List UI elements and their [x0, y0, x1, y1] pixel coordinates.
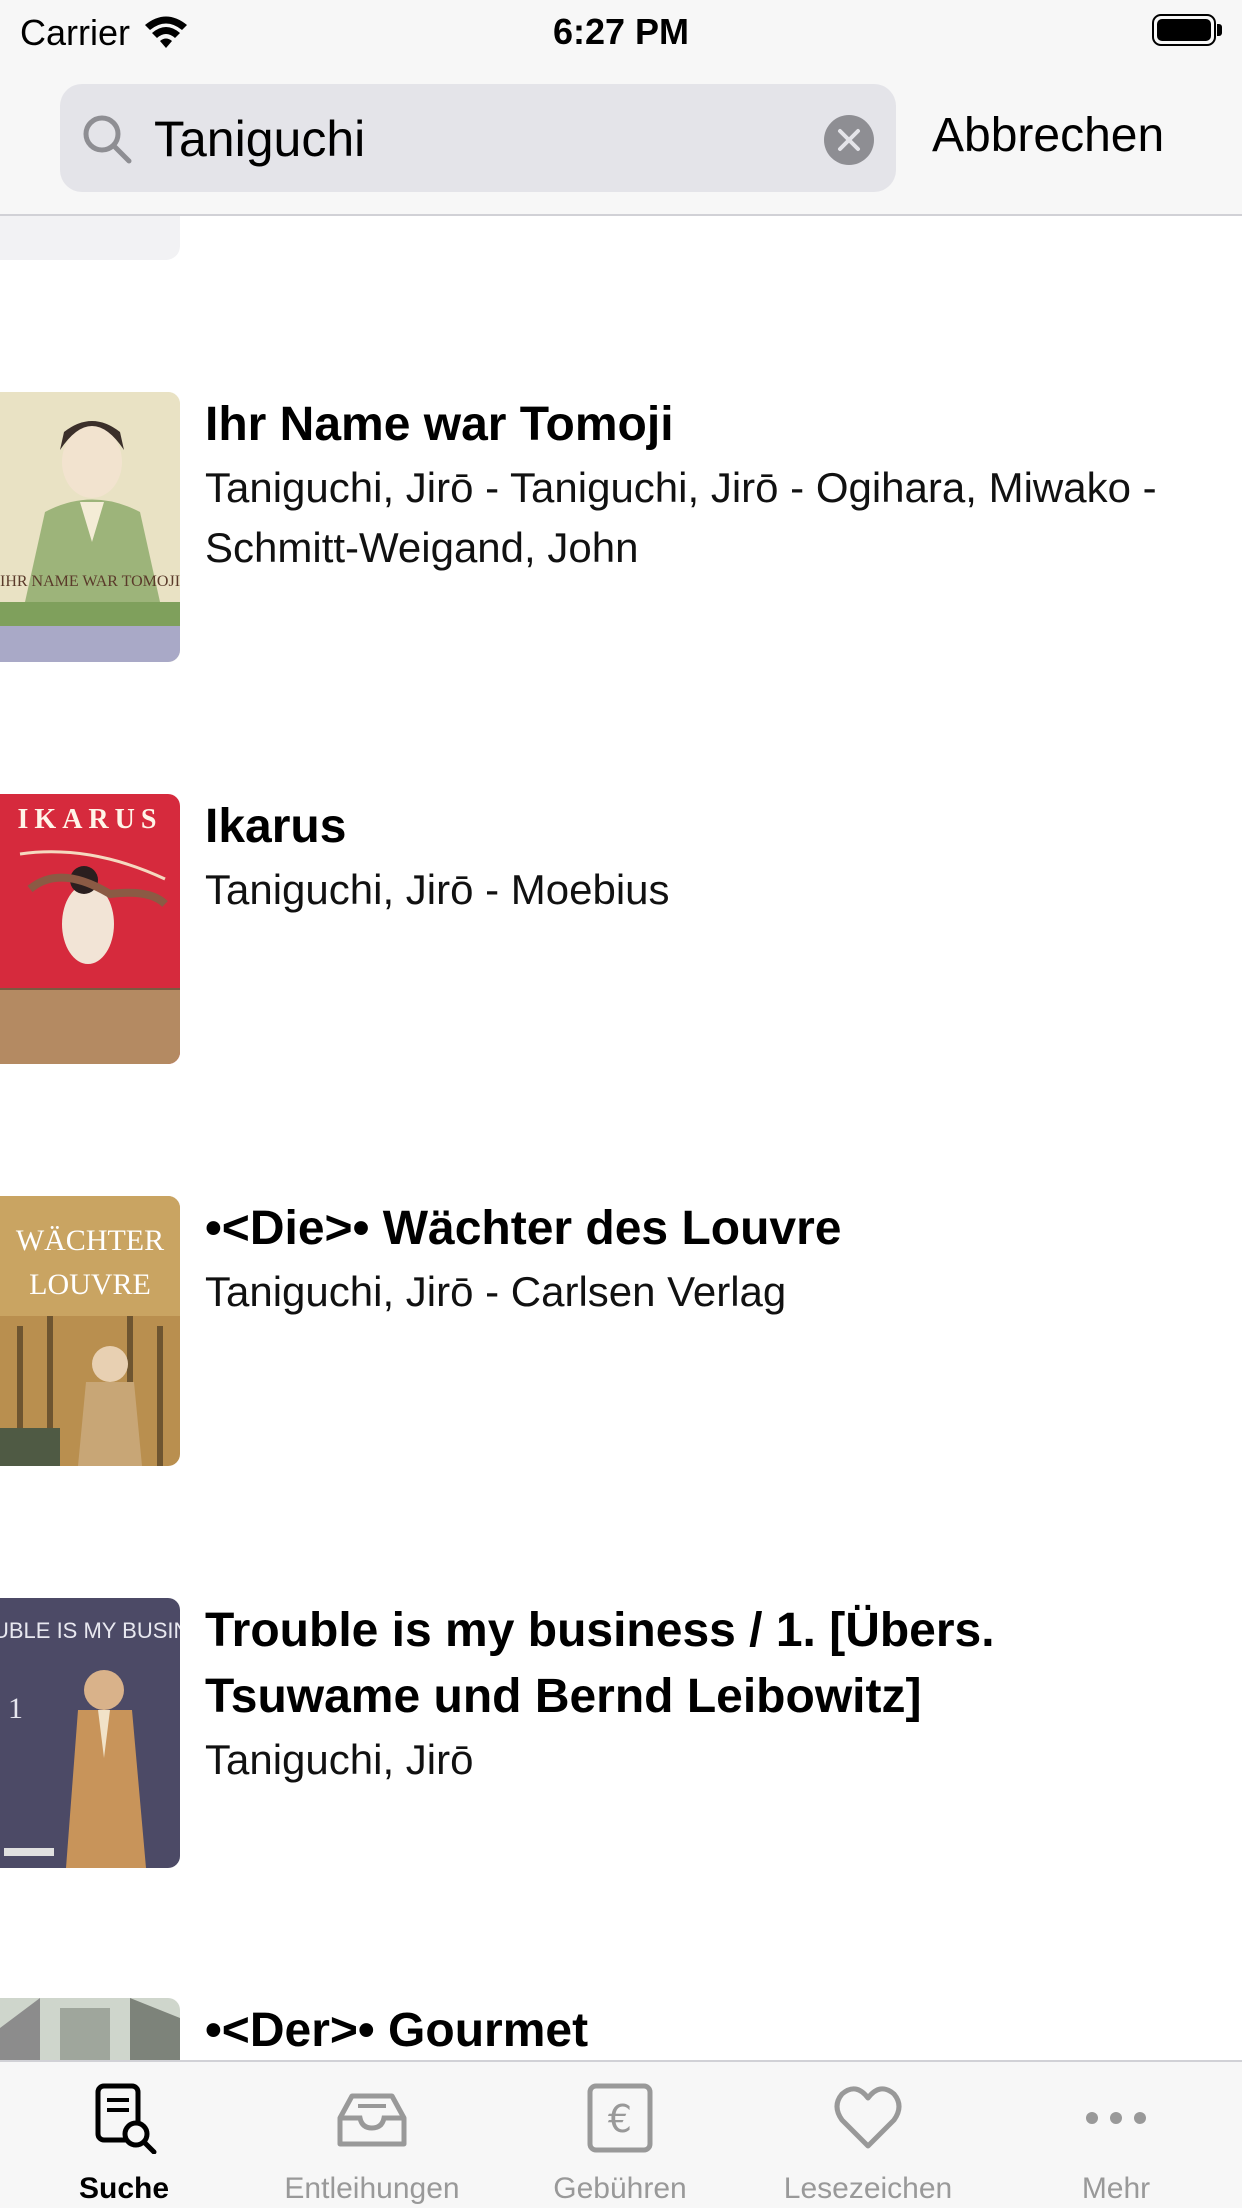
tab-bar: Suche Entleihungen € Gebühren Lesezeiche…: [0, 2060, 1242, 2208]
list-item[interactable]: IHR NAME WAR TOMOJI Ihr Name war Tomoji …: [0, 392, 1242, 662]
results-list[interactable]: IHR NAME WAR TOMOJI Ihr Name war Tomoji …: [0, 0, 1242, 2208]
tab-mehr[interactable]: Mehr: [992, 2062, 1240, 2208]
more-icon: [1086, 2112, 1146, 2124]
result-authors: Taniguchi, Jirō - Carlsen Verlag: [205, 1268, 787, 1315]
list-item[interactable]: WÄCHTER LOUVRE •<Die>• Wächter des Louvr…: [0, 1196, 1242, 1466]
list-item[interactable]: IKARUS Ikarus Taniguchi, Jirō - Moebius: [0, 794, 1242, 1064]
app-screen: IHR NAME WAR TOMOJI Ihr Name war Tomoji …: [0, 0, 1242, 2208]
battery-icon: [1152, 14, 1222, 46]
tab-gebuehren[interactable]: € Gebühren: [496, 2062, 744, 2208]
book-cover: IKARUS: [0, 794, 180, 1064]
status-time: 6:27 PM: [552, 11, 690, 52]
svg-text:1: 1: [8, 1692, 23, 1725]
result-title: Ihr Name war Tomoji: [205, 398, 674, 451]
svg-text:WÄCHTER: WÄCHTER: [16, 1224, 164, 1257]
book-cover: IHR NAME WAR TOMOJI: [0, 392, 180, 662]
tab-label: Suche: [78, 2172, 170, 2205]
svg-text:IHR NAME WAR TOMOJI: IHR NAME WAR TOMOJI: [0, 573, 180, 590]
tab-label: Gebühren: [553, 2172, 687, 2205]
result-title: Ikarus: [205, 800, 347, 853]
list-item[interactable]: TROUBLE IS MY BUSINESS 1 Trouble is my b…: [0, 1598, 1242, 1868]
status-bar: Carrier 6:27 PM: [0, 0, 1242, 62]
result-authors: Taniguchi, Jirō - Moebius: [205, 866, 670, 913]
clear-icon[interactable]: [824, 115, 874, 165]
heart-icon: [834, 2086, 902, 2149]
tab-label: Lesezeichen: [783, 2172, 953, 2205]
result-title: •<Der>• Gourmet: [205, 2004, 589, 2057]
svg-text:€: €: [608, 2097, 632, 2141]
result-title: Trouble is my business / 1. [Übers. Tsuw…: [205, 1604, 995, 1723]
tab-lesezeichen[interactable]: Lesezeichen: [744, 2062, 992, 2208]
tab-entleihungen[interactable]: Entleihungen: [248, 2062, 496, 2208]
tab-suche[interactable]: Suche: [0, 2062, 248, 2208]
euro-icon: €: [587, 2083, 653, 2153]
result-title: •<Die>• Wächter des Louvre: [205, 1202, 842, 1255]
search-document-icon: [95, 2083, 157, 2154]
book-cover: WÄCHTER LOUVRE: [0, 1196, 180, 1466]
search-header: Abbrechen: [0, 62, 1242, 216]
tab-label: Mehr: [1081, 2172, 1151, 2205]
tray-icon: [337, 2093, 407, 2147]
cancel-button[interactable]: Abbrechen: [932, 108, 1164, 163]
svg-text:IKARUS: IKARUS: [18, 804, 163, 835]
search-field[interactable]: [60, 84, 896, 192]
result-authors: Taniguchi, Jirō: [205, 1736, 474, 1783]
tab-label: Entleihungen: [284, 2172, 460, 2205]
search-input[interactable]: [154, 110, 854, 168]
result-authors: Taniguchi, Jirō - Taniguchi, Jirō - Ogih…: [205, 464, 1157, 571]
svg-text:LOUVRE: LOUVRE: [29, 1268, 151, 1301]
search-icon: [83, 115, 132, 164]
book-cover: TROUBLE IS MY BUSINESS 1: [0, 1598, 180, 1868]
svg-text:TROUBLE IS MY BUSINESS: TROUBLE IS MY BUSINESS: [0, 1618, 180, 1643]
